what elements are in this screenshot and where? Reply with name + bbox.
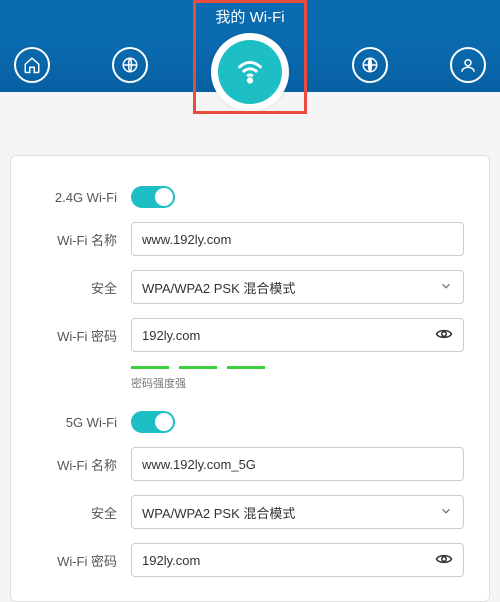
wifi24-security-value: WPA/WPA2 PSK 混合模式: [142, 278, 295, 297]
page-title: 我的 Wi-Fi: [0, 0, 500, 27]
wifi5-security-value: WPA/WPA2 PSK 混合模式: [142, 503, 295, 522]
wifi24-name-field[interactable]: [131, 222, 464, 256]
wifi24-password-field[interactable]: [131, 318, 464, 352]
wifi5-toggle-label: 5G Wi-Fi: [36, 415, 131, 430]
wifi24-toggle[interactable]: [131, 186, 175, 208]
wifi24-name-label: Wi-Fi 名称: [36, 230, 131, 249]
wifi5-password-label: Wi-Fi 密码: [36, 551, 131, 570]
wifi-tab-active[interactable]: [211, 33, 289, 111]
wifi24-name-input[interactable]: [142, 232, 453, 247]
strength-bar: [131, 366, 169, 369]
strength-bar: [227, 366, 265, 369]
wifi24-password-input[interactable]: [142, 328, 435, 343]
eye-icon[interactable]: [435, 550, 453, 571]
wifi5-password-field[interactable]: [131, 543, 464, 577]
wifi5-toggle[interactable]: [131, 411, 175, 433]
wifi5-password-input[interactable]: [142, 553, 435, 568]
wifi5-security-label: 安全: [36, 503, 131, 522]
password-strength: 密码强度强: [131, 366, 464, 391]
chevron-down-icon: [439, 279, 453, 296]
wifi5-name-input[interactable]: [142, 457, 453, 472]
wifi5-name-field[interactable]: [131, 447, 464, 481]
strength-text: 密码强度强: [131, 375, 464, 391]
wifi24-security-select[interactable]: WPA/WPA2 PSK 混合模式: [131, 270, 464, 304]
wifi-settings-card: 2.4G Wi-Fi Wi-Fi 名称 安全 WPA/WPA2 PSK 混合模式…: [10, 155, 490, 602]
home-icon[interactable]: [14, 47, 50, 83]
globe-settings-icon[interactable]: [352, 47, 388, 83]
strength-bar: [179, 366, 217, 369]
chevron-down-icon: [439, 504, 453, 521]
header: 我的 Wi-Fi: [0, 0, 500, 115]
wifi5-security-select[interactable]: WPA/WPA2 PSK 混合模式: [131, 495, 464, 529]
wifi24-password-label: Wi-Fi 密码: [36, 326, 131, 345]
user-icon[interactable]: [450, 47, 486, 83]
eye-icon[interactable]: [435, 325, 453, 346]
wifi5-name-label: Wi-Fi 名称: [36, 455, 131, 474]
wifi24-toggle-label: 2.4G Wi-Fi: [36, 190, 131, 205]
globe-icon[interactable]: [112, 47, 148, 83]
wifi-icon: [233, 55, 267, 89]
wifi24-security-label: 安全: [36, 278, 131, 297]
